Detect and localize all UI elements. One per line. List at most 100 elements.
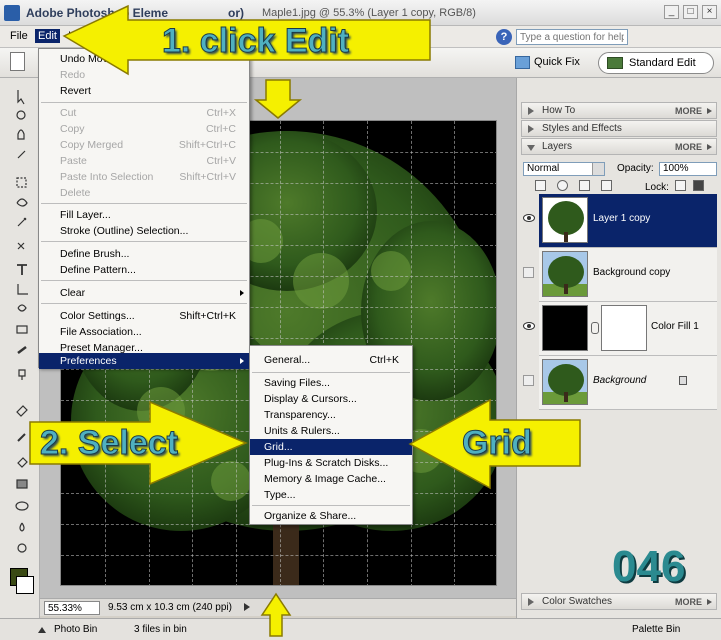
collapsed-arrow-icon	[528, 598, 534, 606]
layer-row[interactable]: Layer 1 copy	[539, 194, 717, 248]
prefs-item-saving-files[interactable]: Saving Files...	[250, 375, 412, 391]
prefs-item-units-rulers[interactable]: Units & Rulers...	[250, 423, 412, 439]
prefs-item-plugins-scratch-disks[interactable]: Plug-Ins & Scratch Disks...	[250, 455, 412, 471]
mask-thumbnail	[601, 305, 647, 351]
quick-fix-button[interactable]: Quick Fix	[512, 53, 586, 73]
files-in-bin-label: 3 files in bin	[134, 624, 187, 635]
close-button[interactable]: ×	[702, 5, 717, 19]
menu-bar: File Edit Im ?	[0, 26, 721, 48]
menu-item-revert[interactable]: Revert	[39, 83, 249, 99]
prefs-item-general[interactable]: General... Ctrl+K	[250, 352, 412, 368]
minimize-button[interactable]: _	[664, 5, 679, 19]
lock-transparency-icon[interactable]	[675, 180, 686, 191]
visibility-toggle[interactable]	[521, 248, 537, 302]
clone-stamp-icon	[18, 369, 26, 380]
new-layer-icon[interactable]	[535, 180, 546, 191]
how-to-palette-header[interactable]: How To MORE	[521, 102, 717, 119]
gradient-tool-icon	[16, 479, 28, 489]
quick-fix-icon	[515, 56, 530, 69]
step1-callout: 1. click Edit	[161, 22, 350, 61]
visibility-toggle[interactable]	[521, 356, 537, 410]
menu-item-fill-layer[interactable]: Fill Layer...	[39, 207, 249, 223]
menu-item-redo[interactable]: Redo	[39, 67, 249, 83]
lock-all-icon[interactable]	[693, 180, 704, 191]
menu-edit[interactable]: Edit	[35, 29, 60, 43]
layer-row[interactable]: Color Fill 1	[539, 302, 717, 356]
layer-row[interactable]: Background	[539, 356, 717, 410]
prefs-item-type[interactable]: Type...	[250, 487, 412, 503]
shape-tool-icon	[15, 501, 29, 511]
visibility-toggle[interactable]	[521, 302, 537, 356]
standard-edit-button[interactable]: Standard Edit	[598, 52, 714, 74]
layers-palette-header[interactable]: Layers MORE	[521, 138, 717, 155]
prefs-item-transparency[interactable]: Transparency...	[250, 407, 412, 423]
document-title: Maple1.jpg @ 55.3% (Layer 1 copy, RGB/8)	[262, 7, 476, 19]
more-button[interactable]: MORE	[675, 597, 702, 607]
expanded-arrow-icon	[527, 145, 535, 151]
status-bar: 55.33% 9.53 cm x 10.3 cm (240 ppi)	[40, 598, 516, 616]
menu-item-copy[interactable]: Copy Ctrl+C	[39, 121, 249, 137]
menu-item-file-association[interactable]: File Association...	[39, 324, 249, 340]
styles-palette-header[interactable]: Styles and Effects	[521, 120, 717, 137]
background-color-swatch[interactable]	[16, 576, 34, 594]
visibility-toggle[interactable]	[521, 194, 537, 248]
bottom-bar: Photo Bin 3 files in bin Palette Bin	[0, 618, 721, 640]
more-button[interactable]: MORE	[675, 106, 702, 116]
menu-item-stroke-selection[interactable]: Stroke (Outline) Selection...	[39, 223, 249, 239]
cookie-cutter-icon	[17, 304, 27, 312]
layer-row[interactable]: Background copy	[539, 248, 717, 302]
more-button[interactable]: MORE	[675, 142, 702, 152]
new-document-icon[interactable]	[10, 52, 25, 71]
hand-tool-icon	[17, 129, 25, 140]
magic-wand-icon	[17, 217, 27, 227]
menu-item-preferences[interactable]: Preferences	[39, 353, 249, 369]
menu-item-copy-merged[interactable]: Copy Merged Shift+Ctrl+C	[39, 137, 249, 153]
layer-name: Color Fill 1	[651, 321, 699, 332]
menu-item-define-brush[interactable]: Define Brush...	[39, 246, 249, 262]
maximize-button[interactable]: □	[683, 5, 698, 19]
status-menu-arrow-icon[interactable]	[244, 603, 250, 611]
brush-tool-icon	[17, 433, 26, 442]
help-search-input[interactable]	[516, 29, 628, 45]
app-logo-icon	[4, 5, 20, 21]
prefs-item-display-cursors[interactable]: Display & Cursors...	[250, 391, 412, 407]
app-title: Adobe Photoshop Eleme	[26, 6, 169, 20]
blend-mode-value: Normal	[527, 163, 560, 174]
toolbox-icons	[15, 90, 29, 553]
menu-item-paste-into-selection[interactable]: Paste Into Selection Shift+Ctrl+V	[39, 169, 249, 185]
title-bar: Adobe Photoshop Eleme or) Maple1.jpg @ 5…	[0, 0, 721, 26]
crop-tool-icon	[17, 284, 28, 295]
layer-thumbnail	[542, 359, 588, 405]
photo-bin-toggle-icon[interactable]	[38, 627, 46, 633]
submenu-arrow-icon	[240, 358, 244, 364]
menu-item-cut[interactable]: Cut Ctrl+X	[39, 105, 249, 121]
menu-item-color-settings[interactable]: Color Settings... Shift+Ctrl+K	[39, 308, 249, 324]
eye-icon	[523, 322, 535, 330]
menu-item-delete[interactable]: Delete	[39, 185, 249, 201]
menu-item-clear[interactable]: Clear	[39, 285, 249, 301]
selection-brush-icon	[17, 242, 25, 250]
layers-label: Layers	[542, 141, 573, 152]
opacity-field[interactable]: 100%	[659, 162, 717, 176]
prefs-item-organize-share[interactable]: Organize & Share...	[250, 508, 412, 524]
fill-thumbnail	[542, 305, 588, 351]
prefs-item-grid[interactable]: Grid...	[250, 439, 412, 455]
palette-bin-label[interactable]: Palette Bin	[632, 624, 680, 635]
menu-item-define-pattern[interactable]: Define Pattern...	[39, 262, 249, 278]
adjustment-layer-icon[interactable]	[557, 180, 568, 191]
lock-label: Lock:	[645, 182, 669, 193]
prefs-item-memory-cache[interactable]: Memory & Image Cache...	[250, 471, 412, 487]
menu-file[interactable]: File	[10, 30, 28, 42]
link-layers-icon[interactable]	[601, 180, 612, 191]
blend-mode-select[interactable]: Normal	[523, 162, 605, 176]
layer-thumbnail	[542, 197, 588, 243]
color-swatches-palette-header[interactable]: Color Swatches MORE	[521, 593, 717, 610]
blur-tool-icon	[19, 522, 25, 532]
zoom-field[interactable]: 55.33%	[44, 601, 100, 615]
menu-item-paste[interactable]: Paste Ctrl+V	[39, 153, 249, 169]
submenu-arrow-icon	[240, 290, 244, 296]
help-icon[interactable]: ?	[496, 29, 512, 45]
menu-image[interactable]: Im	[68, 30, 80, 42]
photo-bin-label[interactable]: Photo Bin	[54, 624, 97, 635]
delete-layer-icon[interactable]	[579, 180, 590, 191]
